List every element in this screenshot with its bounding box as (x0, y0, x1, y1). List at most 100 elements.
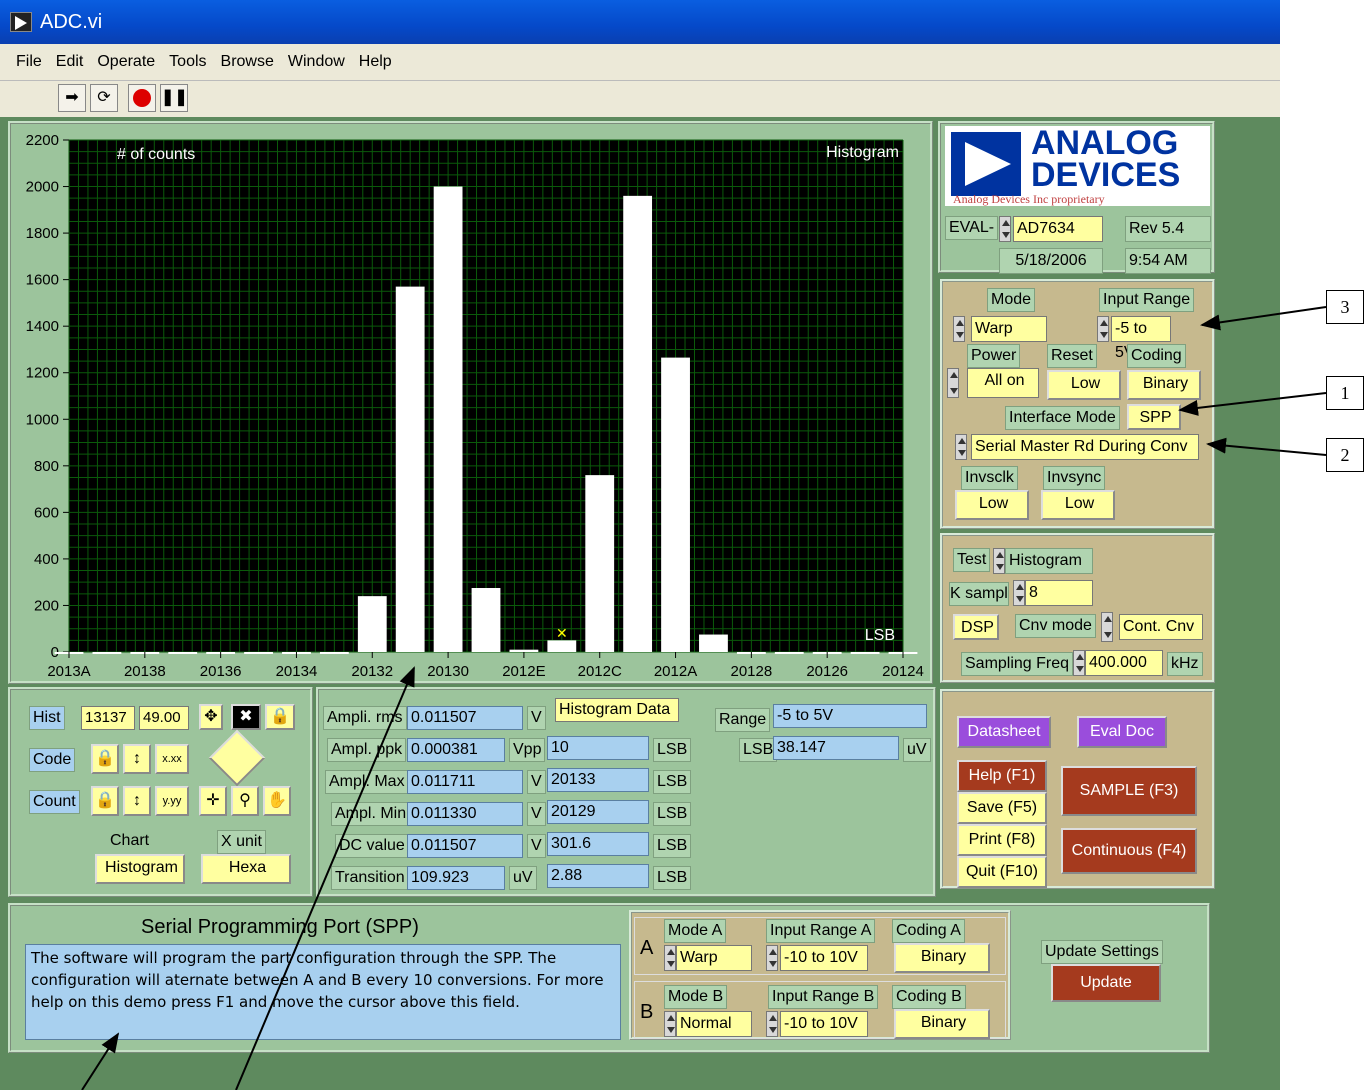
menu-tools[interactable]: Tools (169, 53, 206, 70)
x-axis-title: LSB (865, 627, 895, 644)
x-tick-label: 20126 (806, 663, 848, 680)
x-tick-label: 20130 (427, 663, 469, 680)
reset-button[interactable]: Low (1047, 370, 1121, 400)
invsclk-button[interactable]: Low (955, 490, 1029, 520)
cursor-y-field[interactable]: 49.00 (139, 706, 189, 730)
continuous-button[interactable]: Continuous (F4) (1061, 828, 1197, 874)
range-b-field[interactable]: -10 to 10V (780, 1011, 868, 1037)
cursor-lock-icon[interactable]: 🔒 (265, 704, 295, 730)
print-button[interactable]: Print (F8) (957, 824, 1047, 856)
menu-help[interactable]: Help (359, 53, 392, 70)
coding-b-button[interactable]: Binary (894, 1009, 990, 1039)
input-range-field[interactable]: -5 to 5V (1111, 316, 1171, 361)
y-lock-icon[interactable]: 🔒 (91, 786, 119, 816)
pan-hand-icon[interactable]: ✋ (263, 786, 291, 816)
freq-unit-label: kHz (1167, 652, 1203, 676)
range-a-field[interactable]: -10 to 10V (780, 945, 868, 971)
dc-label: DC value (335, 834, 409, 858)
mode-a-label: Mode A (664, 919, 727, 943)
save-button[interactable]: Save (F5) (957, 792, 1047, 824)
power-field[interactable]: All on (967, 368, 1039, 398)
input-range-spinner[interactable] (1097, 316, 1109, 342)
menu-window[interactable]: Window (288, 53, 345, 70)
eval-doc-button[interactable]: Eval Doc (1077, 716, 1167, 748)
ksampl-field[interactable]: 8 (1025, 580, 1093, 606)
mode-spinner[interactable] (953, 316, 965, 342)
histogram-bar (661, 357, 690, 652)
coding-a-button[interactable]: Binary (894, 943, 990, 973)
x-autoscale-icon[interactable]: ↕ (123, 744, 151, 774)
min-label: Ampl. Min (331, 802, 411, 826)
reset-label: Reset (1047, 344, 1097, 368)
code-axis-label[interactable]: Code (29, 748, 76, 772)
abort-icon[interactable] (128, 84, 156, 112)
test-field[interactable]: Histogram (1005, 548, 1093, 574)
menu-edit[interactable]: Edit (56, 53, 84, 70)
cursor-x-field[interactable]: 13137 (81, 706, 135, 730)
ppk-value: 0.000381 (407, 738, 505, 762)
lsb-unit-4: LSB (653, 834, 692, 858)
logo-line2: DEVICES (1031, 156, 1181, 194)
quit-button[interactable]: Quit (F10) (957, 856, 1047, 888)
mode-b-field[interactable]: Normal (676, 1011, 752, 1037)
update-settings-label: Update Settings (1041, 940, 1163, 964)
min-unit: V (527, 802, 546, 826)
histogram-bar (585, 475, 615, 652)
part-field[interactable]: AD7634 (1013, 216, 1103, 242)
min-value: 0.011330 (407, 802, 523, 826)
histogram-bar (357, 596, 387, 652)
hist-cursor-label[interactable]: Hist (29, 706, 65, 730)
range-a-spinner[interactable] (766, 945, 778, 971)
test-spinner[interactable] (993, 548, 1005, 574)
mode-b-spinner[interactable] (664, 1011, 676, 1037)
coding-button[interactable]: Binary (1127, 370, 1201, 400)
cnv-mode-spinner[interactable] (1101, 612, 1113, 642)
freq-spinner[interactable] (1073, 650, 1085, 676)
serial-mode-spinner[interactable] (955, 434, 967, 460)
pause-icon[interactable]: ❚❚ (160, 84, 188, 112)
cnv-mode-field[interactable]: Cont. Cnv (1119, 614, 1203, 640)
interface-mode-button[interactable]: SPP (1127, 404, 1181, 430)
menu-file[interactable]: File (16, 53, 42, 70)
x-tick-label: 20128 (731, 663, 773, 680)
cursor-move-icon[interactable]: ✥ (199, 704, 223, 730)
cursor-marker-icon[interactable]: ✕ (556, 625, 568, 641)
run-arrow-icon[interactable]: ➡ (58, 84, 86, 112)
x-format-icon[interactable]: x.xx (155, 744, 189, 774)
update-button[interactable]: Update (1051, 964, 1161, 1002)
invsync-button[interactable]: Low (1041, 490, 1115, 520)
mode-a-field[interactable]: Warp (676, 945, 752, 971)
cnv-mode-label: Cnv mode (1015, 614, 1096, 638)
mode-a-spinner[interactable] (664, 945, 676, 971)
cursor-style-icon[interactable]: ✖ (231, 704, 261, 730)
mode-field[interactable]: Warp (971, 316, 1047, 342)
chart-type-button[interactable]: Histogram (95, 854, 185, 884)
y-axis-title: # of counts (117, 146, 195, 163)
histogram-bar (850, 652, 880, 654)
count-axis-label[interactable]: Count (29, 790, 80, 814)
part-spinner[interactable] (999, 216, 1011, 242)
crosshair-icon[interactable]: ✛ (199, 786, 227, 816)
menu-browse[interactable]: Browse (221, 53, 274, 70)
y-format-icon[interactable]: y.yy (155, 786, 189, 816)
ksampl-spinner[interactable] (1013, 580, 1025, 606)
delta-value: 10 (547, 736, 649, 760)
toolbar: ➡ ⟳ ❚❚ (0, 80, 1280, 117)
menu-operate[interactable]: Operate (97, 53, 155, 70)
x-lock-icon[interactable]: 🔒 (91, 744, 119, 774)
y-tick-label: 1600 (26, 272, 59, 289)
dsp-button[interactable]: DSP (953, 614, 999, 640)
xunit-button[interactable]: Hexa (201, 854, 291, 884)
help-button[interactable]: Help (F1) (957, 760, 1047, 792)
power-spinner[interactable] (947, 368, 959, 398)
serial-mode-field[interactable]: Serial Master Rd During Conv (971, 434, 1199, 460)
cursor-direction-pad-icon[interactable] (208, 729, 266, 787)
y-autoscale-icon[interactable]: ↕ (123, 786, 151, 816)
datasheet-button[interactable]: Datasheet (957, 716, 1051, 748)
sample-button[interactable]: SAMPLE (F3) (1061, 766, 1197, 816)
range-b-spinner[interactable] (766, 1011, 778, 1037)
sampling-freq-field[interactable]: 400.000 (1085, 650, 1163, 676)
run-continuously-icon[interactable]: ⟳ (90, 84, 118, 112)
zoom-icon[interactable]: ⚲ (231, 786, 259, 816)
max-value: 0.011711 (407, 770, 523, 794)
